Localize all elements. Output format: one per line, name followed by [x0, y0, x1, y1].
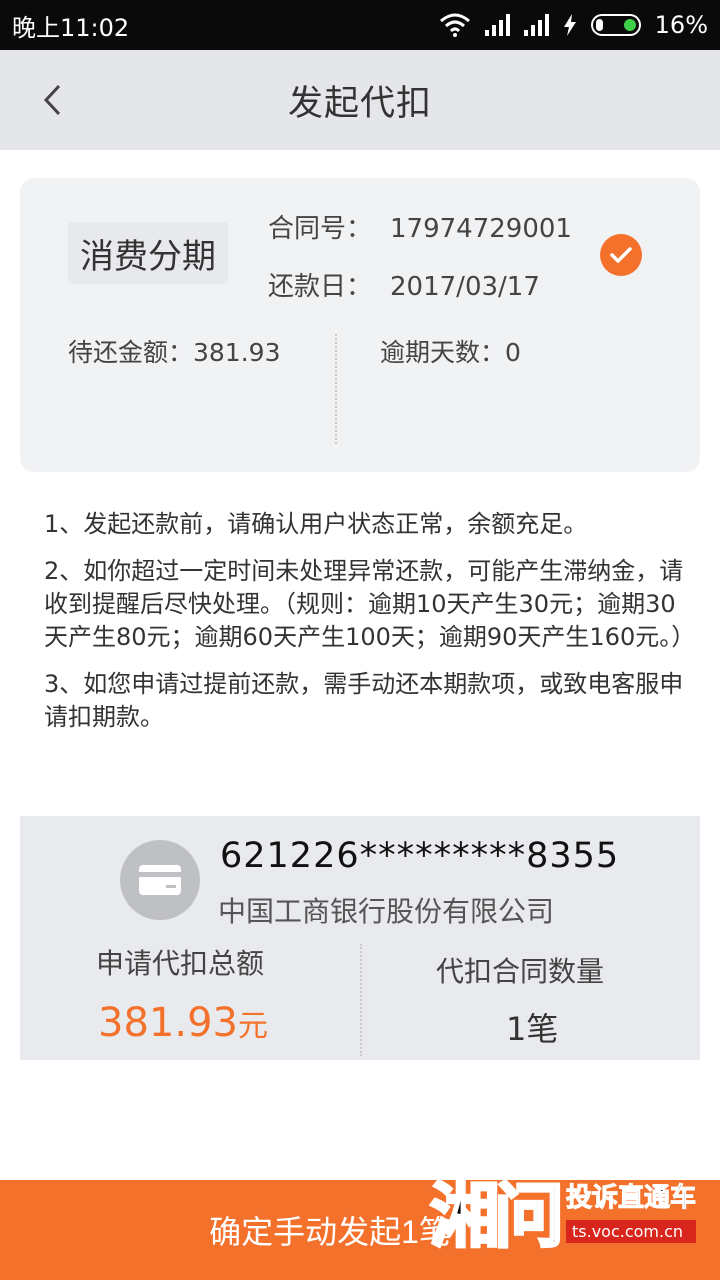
currency-unit: 元 [237, 1009, 268, 1044]
selected-check-button[interactable] [600, 234, 642, 276]
bank-summary: 621226*********8355 中国工商银行股份有限公司 申请代扣总额 … [20, 816, 700, 1060]
watermark: 湘问 投诉直通车 ts.voc.com.cn [429, 1150, 720, 1270]
watermark-logo: 湘问 [429, 1173, 566, 1258]
repay-date-label: 还款日： [268, 272, 373, 302]
product-type: 消费分期 [68, 222, 228, 284]
contract-count: 1笔 [506, 1010, 559, 1048]
repay-date: 2017/03/17 [390, 272, 540, 302]
nav-bar: 发起代扣 [0, 50, 720, 150]
chevron-left-icon [43, 84, 61, 116]
total-amount-label: 申请代扣总额 [96, 947, 265, 980]
contract-count-label: 代扣合同数量 [436, 955, 605, 988]
battery-icon [590, 14, 641, 36]
contract-number-row: 合同号： 17974729001 [268, 208, 572, 245]
status-bar: 晚上11:02 16% [0, 0, 720, 50]
contract-number: 17974729001 [390, 214, 572, 244]
confirm-button-label: 确定手动发起1笔 [209, 1214, 451, 1250]
total-amount-value: 381.93 [98, 1000, 238, 1046]
check-icon [610, 247, 632, 263]
wifi-icon [439, 13, 470, 37]
notice-item: 3、如您申请过提前还款，需手动还本期款项，或致电客服申请扣期款。 [44, 670, 684, 731]
contract-card[interactable]: 消费分期 合同号： 17974729001 还款日： 2017/03/17 待还金额… [20, 178, 700, 472]
card-number: 621226*********8355 [220, 836, 620, 876]
status-time: 晚上11:02 [12, 13, 130, 42]
divider [335, 334, 337, 444]
bank-name: 中国工商银行股份有限公司 [218, 895, 555, 928]
total-amount: 381.93元 [98, 1000, 268, 1046]
page-title: 发起代扣 [287, 83, 432, 124]
due-amount: 待还金额：381.93 [68, 338, 281, 367]
watermark-url: ts.voc.com.cn [566, 1220, 697, 1243]
watermark-title: 投诉直通车 [565, 1183, 697, 1214]
charging-icon [563, 14, 576, 36]
overdue-days: 逾期天数：0 [380, 338, 521, 367]
notice-item: 1、发起还款前，请确认用户状态正常，余额充足。 [44, 510, 588, 538]
signal-icon [484, 14, 510, 36]
back-button[interactable] [24, 72, 80, 128]
signal-icon-2 [523, 14, 549, 36]
divider [360, 944, 362, 1056]
contract-number-label: 合同号： [268, 214, 373, 244]
notice-list: 1、发起还款前，请确认用户状态正常，余额充足。 2、如你超过一定时间未处理异常还… [44, 508, 696, 748]
battery-percent: 16% [654, 11, 708, 39]
notice-item: 2、如你超过一定时间未处理异常还款，可能产生滞纳金，请收到提醒后尽快处理。（规则… [44, 557, 696, 651]
bank-card-icon [120, 840, 200, 920]
repay-date-row: 还款日： 2017/03/17 [268, 266, 540, 303]
